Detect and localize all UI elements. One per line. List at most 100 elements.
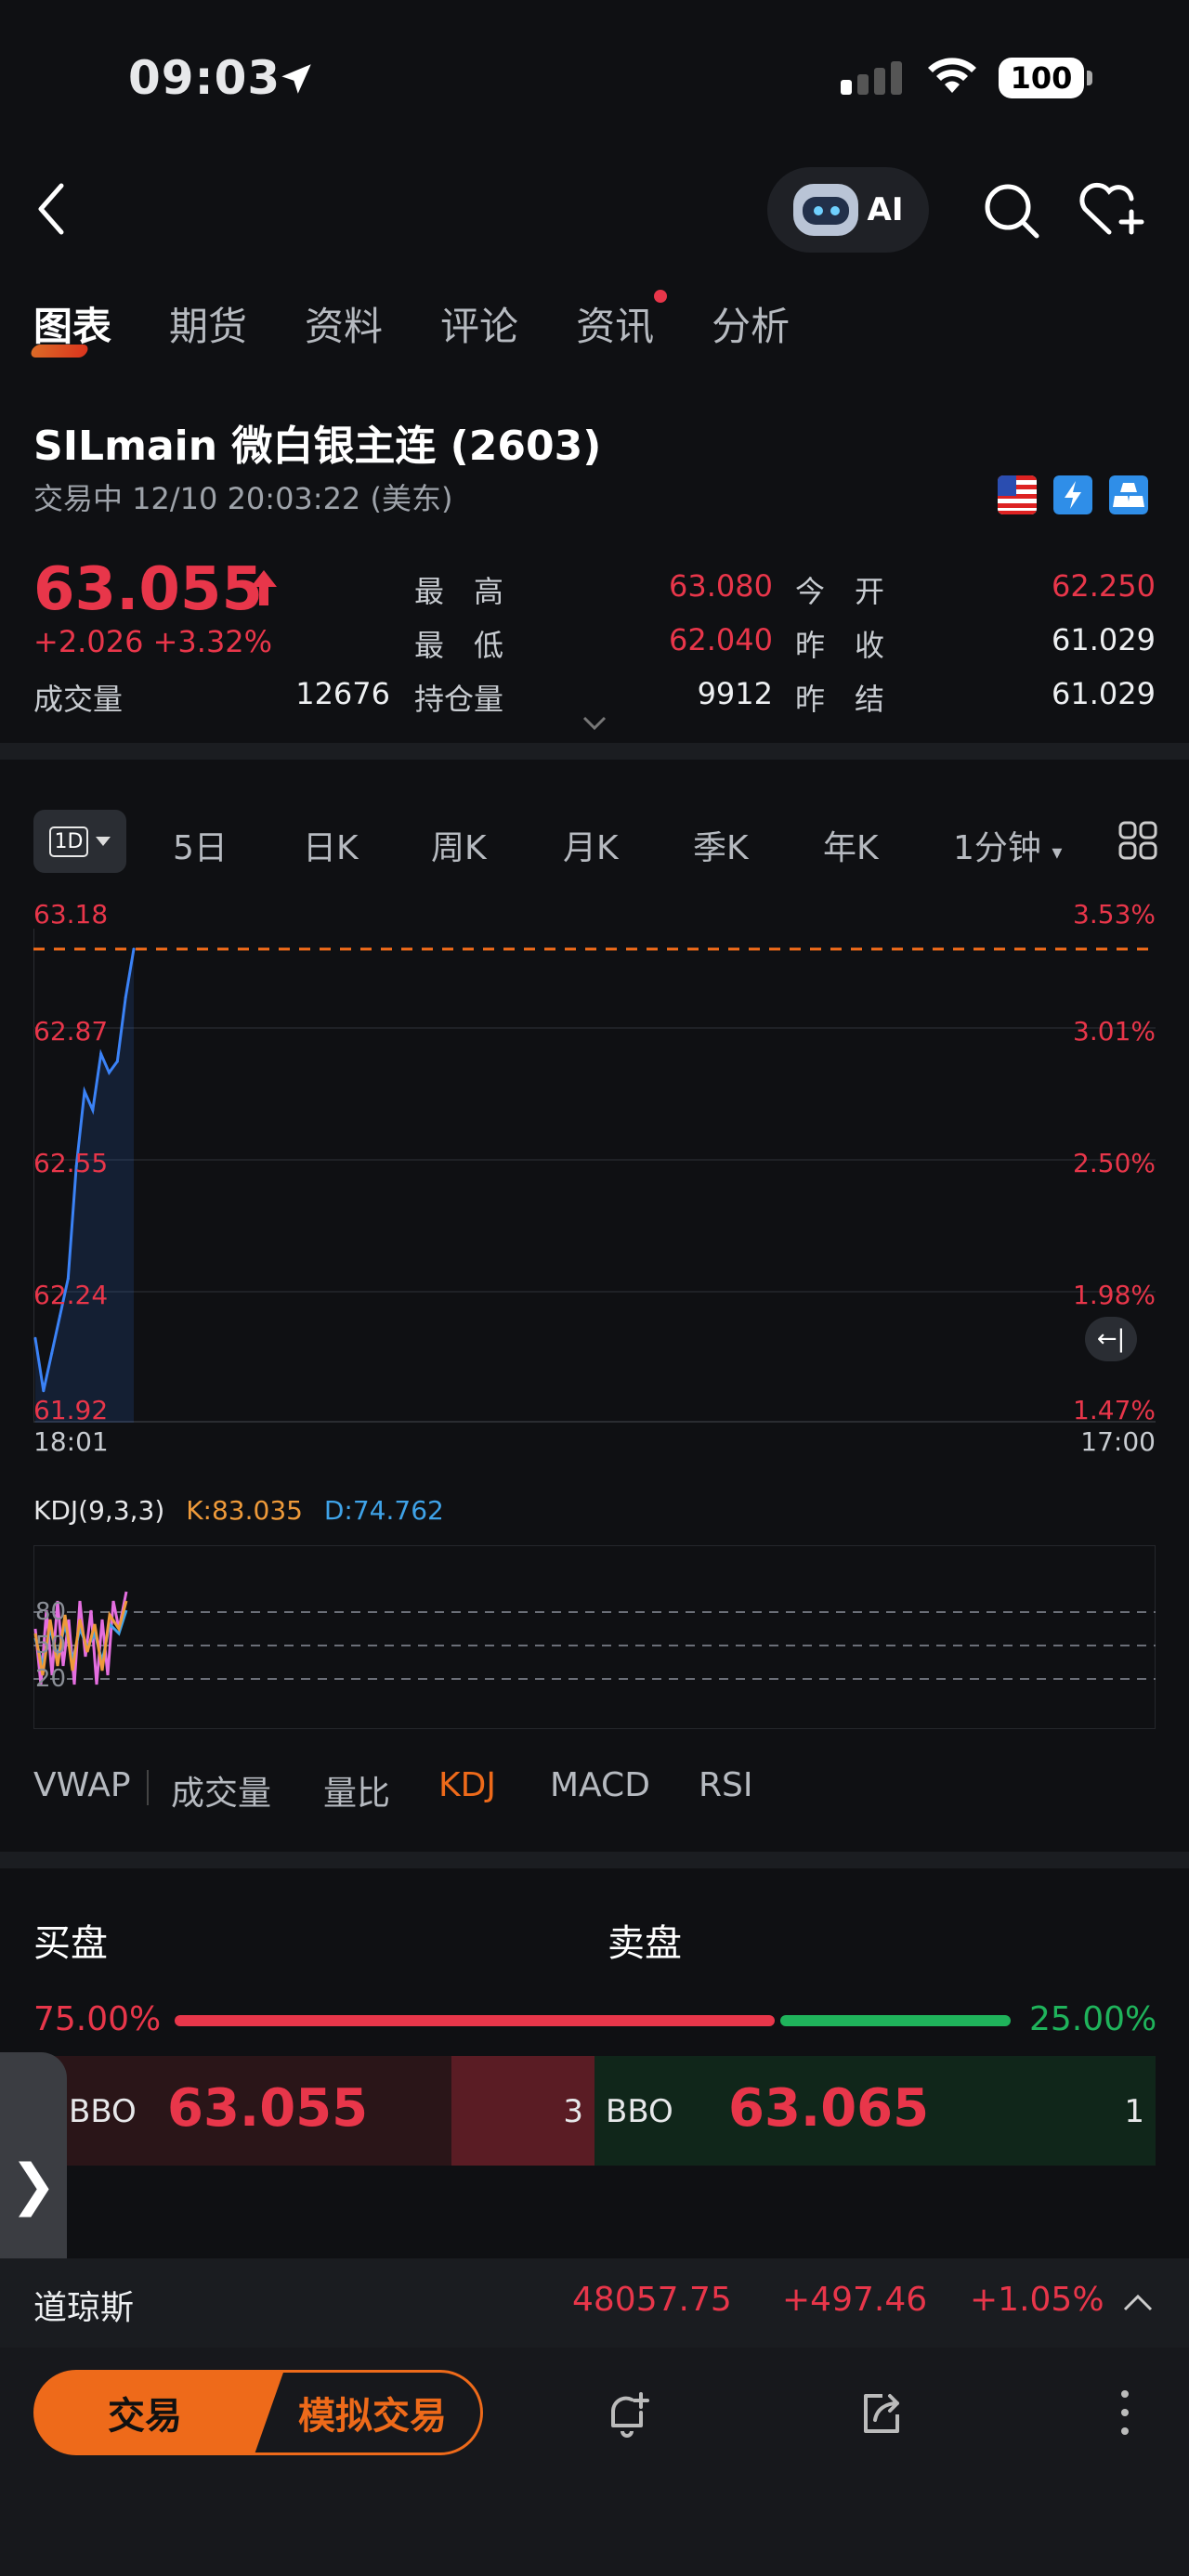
expand-chevron-icon[interactable] bbox=[581, 715, 608, 732]
tab-analysis[interactable]: 分析 bbox=[712, 295, 790, 352]
kdj-level-label: 80 bbox=[35, 1598, 66, 1626]
indicator-macd[interactable]: MACD bbox=[550, 1766, 650, 1804]
open-value: 62.250 bbox=[1052, 568, 1156, 604]
prev-settle-value: 61.029 bbox=[1052, 676, 1156, 711]
tab-profile[interactable]: 资料 bbox=[305, 295, 383, 352]
grid-layout-icon[interactable] bbox=[1118, 821, 1157, 860]
high-label: 最 高 bbox=[414, 574, 504, 609]
indicator-volume[interactable]: 成交量 bbox=[171, 1766, 271, 1815]
period-monthly[interactable]: 月K bbox=[563, 821, 619, 869]
period-quarterly[interactable]: 季K bbox=[693, 821, 749, 869]
ticker-percent: +1.05% bbox=[970, 2281, 1104, 2319]
last-price: 63.055 bbox=[33, 555, 263, 624]
battery-tip bbox=[1087, 71, 1092, 85]
sell-percent: 25.00% bbox=[1029, 2000, 1157, 2038]
period-yearly[interactable]: 年K bbox=[823, 821, 879, 869]
status-time: 09:03 bbox=[128, 51, 281, 105]
time-axis-end: 17:00 bbox=[1080, 1426, 1156, 1457]
ask-label: BBO bbox=[606, 2093, 673, 2130]
ticker-value: 48057.75 bbox=[572, 2281, 732, 2319]
search-icon[interactable] bbox=[983, 182, 1040, 240]
scroll-to-latest-button[interactable]: ←| bbox=[1085, 1317, 1137, 1361]
open-interest-value: 9912 bbox=[697, 676, 773, 711]
buy-ratio-bar bbox=[175, 2015, 775, 2026]
section-divider bbox=[0, 1852, 1189, 1868]
kdj-d-value: D:74.762 bbox=[323, 1495, 444, 1526]
price-point bbox=[108, 1071, 111, 1074]
indicator-divider bbox=[147, 1770, 149, 1805]
tab-futures[interactable]: 期货 bbox=[169, 295, 247, 352]
kdj-level-label: 20 bbox=[35, 1665, 66, 1693]
price-point bbox=[83, 1089, 86, 1093]
price-point bbox=[124, 995, 127, 999]
period-5d[interactable]: 5日 bbox=[173, 821, 228, 869]
tab-comments[interactable]: 评论 bbox=[440, 295, 518, 352]
tab-news[interactable]: 资讯 bbox=[576, 290, 668, 352]
sell-side-label: 卖盘 bbox=[608, 1922, 682, 1965]
price-point bbox=[33, 1336, 37, 1340]
trading-status: 交易中 12/10 20:03:22 (美东) bbox=[33, 481, 453, 516]
period-1min[interactable]: 1分钟 ▾ bbox=[953, 821, 1062, 869]
bid-price: 63.055 bbox=[167, 2078, 369, 2139]
up-arrow-icon bbox=[251, 570, 277, 605]
gold-bars-icon bbox=[1109, 475, 1148, 514]
location-arrow-icon bbox=[281, 64, 311, 94]
price-alert-bell-icon[interactable] bbox=[604, 2390, 650, 2439]
price-point bbox=[99, 1052, 103, 1056]
ask-price: 63.065 bbox=[728, 2078, 930, 2139]
kdj-level-label: 50 bbox=[35, 1632, 66, 1659]
cellular-signal-icon bbox=[841, 61, 902, 95]
us-flag-icon bbox=[998, 475, 1037, 514]
ticker-name: 道琼斯 bbox=[33, 2289, 135, 2327]
buy-side-label: 买盘 bbox=[33, 1922, 108, 1965]
indicator-kdj[interactable]: KDJ bbox=[438, 1766, 496, 1804]
ai-assistant-button[interactable]: AI bbox=[767, 167, 929, 253]
chevron-right-icon: ❯ bbox=[9, 2153, 58, 2218]
indicator-volume-ratio[interactable]: 量比 bbox=[323, 1766, 390, 1815]
robot-icon bbox=[792, 184, 858, 236]
share-icon[interactable] bbox=[858, 2390, 905, 2437]
price-chart[interactable] bbox=[33, 929, 1156, 1423]
kdj-chart[interactable]: 80 50 20 bbox=[33, 1545, 1156, 1729]
price-point bbox=[132, 947, 136, 951]
caret-down-icon bbox=[96, 837, 111, 846]
ask-qty: 1 bbox=[1124, 2093, 1144, 2130]
low-label: 最 低 bbox=[414, 628, 504, 663]
lightning-badge-icon bbox=[1053, 475, 1092, 514]
price-point bbox=[50, 1351, 54, 1355]
back-arrow-icon[interactable] bbox=[33, 182, 71, 236]
period-weekly[interactable]: 周K bbox=[431, 821, 487, 869]
open-interest-label: 持仓量 bbox=[414, 682, 504, 717]
simulated-trade-button[interactable]: 模拟交易 bbox=[243, 2370, 483, 2455]
price-axis-label: 62.87 bbox=[33, 1016, 109, 1047]
indicator-rsi[interactable]: RSI bbox=[699, 1766, 752, 1804]
ai-label: AI bbox=[867, 191, 904, 228]
low-value: 62.040 bbox=[669, 622, 773, 657]
pct-axis-label: 1.98% bbox=[1073, 1280, 1156, 1310]
pct-axis-label: 2.50% bbox=[1073, 1148, 1156, 1178]
pct-axis-label: 1.47% bbox=[1073, 1395, 1156, 1425]
prev-close-label: 昨 收 bbox=[795, 628, 885, 663]
tab-chart[interactable]: 图表 bbox=[33, 295, 111, 352]
indicator-vwap[interactable]: VWAP bbox=[33, 1766, 131, 1804]
pct-axis-label: 3.01% bbox=[1073, 1016, 1156, 1047]
battery-icon: 100 bbox=[999, 58, 1084, 98]
period-daily[interactable]: 日K bbox=[303, 821, 359, 869]
pct-axis-label: 3.53% bbox=[1073, 899, 1156, 930]
chevron-up-icon[interactable] bbox=[1122, 2292, 1154, 2312]
kdj-title: KDJ(9,3,3) K:83.035 D:74.762 bbox=[33, 1495, 444, 1526]
more-menu-icon[interactable] bbox=[1118, 2388, 1131, 2437]
add-watchlist-heart-icon[interactable] bbox=[1078, 180, 1148, 238]
open-label: 今 开 bbox=[795, 574, 885, 609]
scroll-to-latest-icon: ←| bbox=[1096, 1325, 1126, 1353]
price-point bbox=[59, 1314, 61, 1318]
period-1d-selector[interactable]: 1D bbox=[33, 810, 126, 873]
bid-label: BBO bbox=[69, 2093, 137, 2130]
high-value: 63.080 bbox=[669, 568, 773, 604]
volume-label: 成交量 bbox=[33, 682, 124, 717]
prev-close-value: 61.029 bbox=[1052, 622, 1156, 657]
trade-button[interactable]: 交易 bbox=[33, 2370, 284, 2455]
volume-value: 12676 bbox=[295, 676, 390, 711]
prev-settle-label: 昨 结 bbox=[795, 682, 885, 717]
caret-down-icon: ▾ bbox=[1052, 841, 1063, 865]
